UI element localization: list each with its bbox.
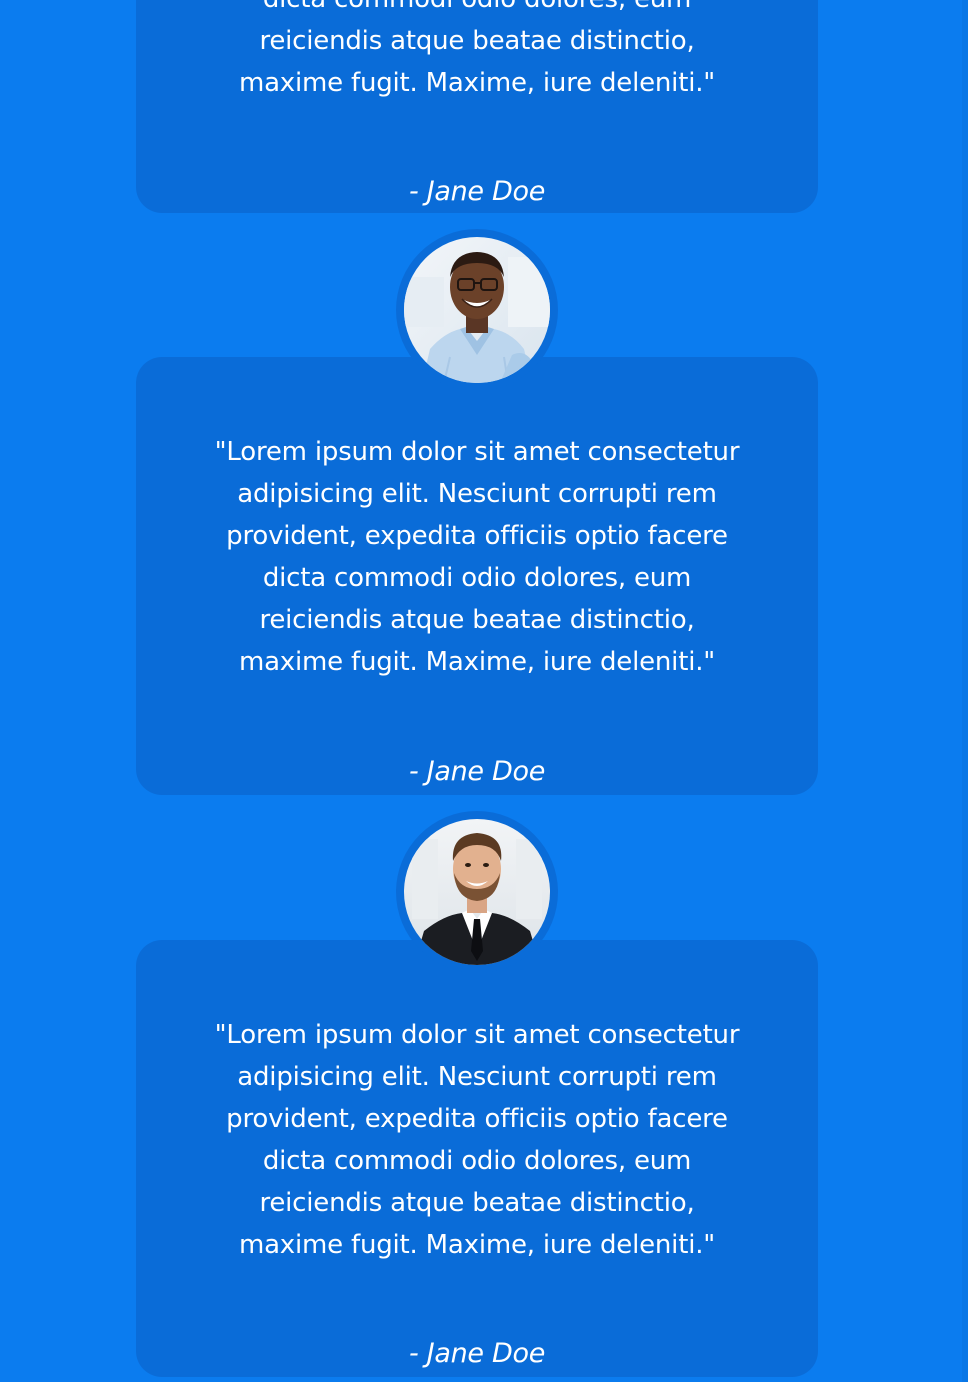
smiling-man-glasses-photo (404, 237, 550, 383)
testimonial-quote: "Lorem ipsum dolor sit amet consectetur … (214, 1020, 740, 1260)
avatar (404, 819, 550, 965)
avatar (404, 237, 550, 383)
testimonial-card: "Lorem ipsum dolor sit amet consectetur … (136, 0, 818, 213)
avatar-frame (396, 811, 558, 973)
testimonials-section: "Lorem ipsum dolor sit amet consectetur … (0, 0, 962, 1382)
testimonial-author: - Jane Doe (408, 176, 546, 207)
testimonial-author: - Jane Doe (408, 1338, 546, 1369)
avatar-frame (396, 229, 558, 391)
testimonial-quote: "Lorem ipsum dolor sit amet consectetur … (214, 437, 740, 677)
scrollbar[interactable] (962, 0, 968, 1382)
testimonial-card: "Lorem ipsum dolor sit amet consectetur … (136, 357, 818, 795)
businessman-suit-photo (404, 819, 550, 965)
testimonial-card: "Lorem ipsum dolor sit amet consectetur … (136, 940, 818, 1377)
testimonial-quote: "Lorem ipsum dolor sit amet consectetur … (238, 0, 716, 98)
testimonial-author: - Jane Doe (408, 756, 546, 787)
